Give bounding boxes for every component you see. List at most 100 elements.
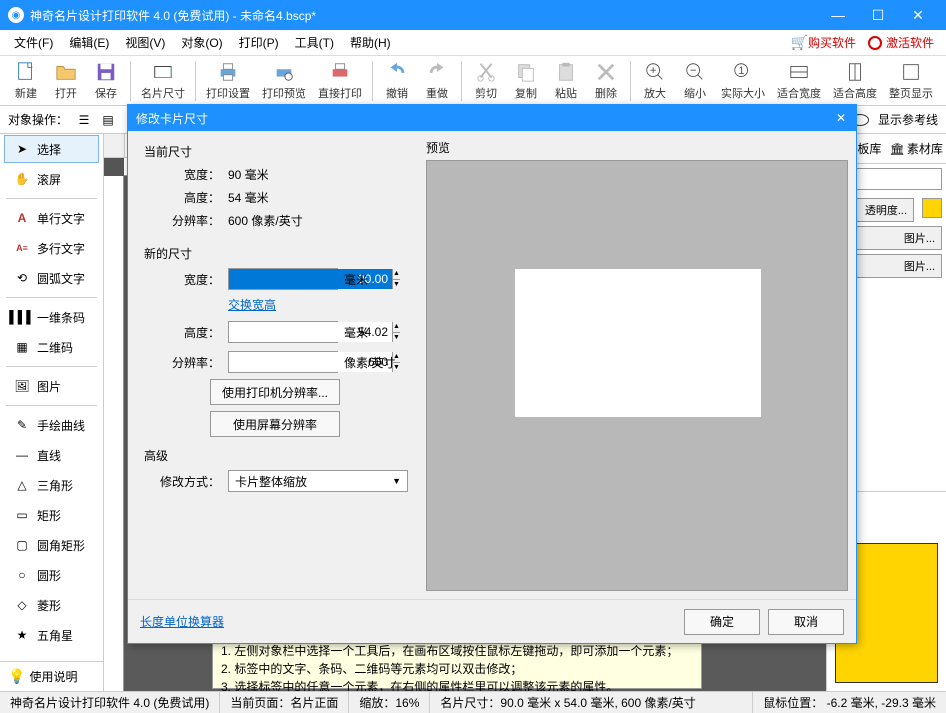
- layer-icon[interactable]: ▤: [98, 110, 118, 130]
- toolbar-copy[interactable]: 复制: [506, 59, 546, 103]
- screen-res-button[interactable]: 使用屏幕分辨率: [210, 411, 340, 437]
- dialog-title: 修改卡片尺寸: [136, 110, 208, 127]
- window-title: 神奇名片设计打印软件 4.0 (免费试用) - 未命名4.bscp*: [30, 7, 818, 24]
- width-spin-up[interactable]: ▲: [393, 269, 400, 280]
- title-bar: ◉ 神奇名片设计打印软件 4.0 (免费试用) - 未命名4.bscp* — ☐…: [0, 0, 946, 30]
- app-icon: ◉: [8, 7, 24, 23]
- status-cardsize: 名片尺寸：90.0 毫米 x 54.0 毫米, 600 像素/英寸: [430, 692, 753, 713]
- tab-material[interactable]: 🏛素材库: [887, 140, 946, 157]
- new-size-group: 新的尺寸 宽度： ▲▼ 毫米 交换宽高 高度： ▲▼ 毫米 分辨率：: [140, 245, 412, 437]
- tool-multitext[interactable]: A≡多行文字: [4, 234, 99, 262]
- menu-tool[interactable]: 工具(T): [287, 31, 342, 54]
- resize-dialog: 修改卡片尺寸 ✕ 当前尺寸 宽度：90 毫米 高度：54 毫米 分辨率：600 …: [127, 104, 857, 644]
- main-toolbar: 新建 打开 保存 名片尺寸 打印设置 打印预览 直接打印 撤销 重做 剪切 复制…: [0, 56, 946, 106]
- tool-scroll[interactable]: ✋滚屏: [4, 165, 99, 193]
- tool-freehand[interactable]: ✎手绘曲线: [4, 411, 99, 439]
- ok-button[interactable]: 确定: [684, 609, 760, 635]
- width-spin-down[interactable]: ▼: [393, 280, 400, 290]
- toolbar-cut[interactable]: 剪切: [466, 59, 506, 103]
- height-input[interactable]: ▲▼: [228, 321, 338, 343]
- hand-icon: ✋: [13, 170, 31, 188]
- advanced-group: 高级 修改方式： 卡片整体缩放▼: [140, 447, 412, 498]
- align-icon[interactable]: ☰: [74, 110, 94, 130]
- toolbar-printnow[interactable]: 直接打印: [312, 59, 368, 103]
- diamond-icon: ◇: [13, 596, 31, 614]
- res-input[interactable]: ▲▼: [228, 351, 338, 373]
- toolbar-save[interactable]: 保存: [86, 59, 126, 103]
- tool-roundrect[interactable]: ▢圆角矩形: [4, 531, 99, 559]
- new-size-legend: 新的尺寸: [140, 245, 412, 262]
- maximize-button[interactable]: ☐: [858, 0, 898, 30]
- help-button[interactable]: 💡使用说明: [0, 661, 103, 691]
- toolbar-new[interactable]: 新建: [6, 59, 46, 103]
- show-guides-toggle[interactable]: 显示参考线: [878, 111, 938, 128]
- svg-text:1: 1: [738, 64, 744, 76]
- toolbar-fitwidth[interactable]: 适合宽度: [771, 59, 827, 103]
- toolbar-zoomin[interactable]: 放大: [635, 59, 675, 103]
- toolbar-zoomout[interactable]: 缩小: [675, 59, 715, 103]
- tool-barcode[interactable]: ▌▌▌一维条码: [4, 303, 99, 331]
- toolbar-printpreview[interactable]: 打印预览: [256, 59, 312, 103]
- menu-print[interactable]: 打印(P): [231, 31, 287, 54]
- toolbar-fitheight[interactable]: 适合高度: [827, 59, 883, 103]
- arc-text-icon: ⟲: [13, 269, 31, 287]
- status-zoom: 缩放：16%: [349, 692, 430, 713]
- swap-wh-link[interactable]: 交换宽高: [228, 296, 412, 313]
- cancel-button[interactable]: 取消: [768, 609, 844, 635]
- toolbar-actualsize[interactable]: 1实际大小: [715, 59, 771, 103]
- current-size-group: 当前尺寸 宽度：90 毫米 高度：54 毫米 分辨率：600 像素/英寸: [140, 143, 412, 235]
- printer-res-button[interactable]: 使用打印机分辨率...: [210, 379, 340, 405]
- toolbar-undo[interactable]: 撤销: [377, 59, 417, 103]
- toolbar-cardsize[interactable]: 名片尺寸: [135, 59, 191, 103]
- buy-button[interactable]: 🛒购买软件: [785, 34, 862, 51]
- height-spin-up[interactable]: ▲: [393, 322, 400, 333]
- tool-diamond[interactable]: ◇菱形: [4, 591, 99, 619]
- toolbar-printset[interactable]: 打印设置: [200, 59, 256, 103]
- left-tool-panel: ➤选择 ✋滚屏 A单行文字 A≡多行文字 ⟲圆弧文字 ▌▌▌一维条码 ▦二维码 …: [0, 134, 104, 691]
- tool-line[interactable]: —直线: [4, 441, 99, 469]
- menu-file[interactable]: 文件(F): [6, 31, 61, 54]
- toolbar-delete[interactable]: 删除: [586, 59, 626, 103]
- advanced-legend: 高级: [140, 447, 412, 464]
- color-swatch[interactable]: [922, 198, 942, 218]
- circle-icon: ○: [13, 566, 31, 584]
- cur-height-label: 高度：: [160, 189, 220, 206]
- minimize-button[interactable]: —: [818, 0, 858, 30]
- height-spin-down[interactable]: ▼: [393, 333, 400, 343]
- tool-image[interactable]: 🖼图片: [4, 372, 99, 400]
- cur-width-label: 宽度：: [160, 166, 220, 183]
- toolbar-open[interactable]: 打开: [46, 59, 86, 103]
- modify-method-combo[interactable]: 卡片整体缩放▼: [228, 470, 408, 492]
- menu-edit[interactable]: 编辑(E): [61, 31, 117, 54]
- tool-singletext[interactable]: A单行文字: [4, 204, 99, 232]
- status-bar: 神奇名片设计打印软件 4.0 (免费试用) 当前页面：名片正面 缩放：16% 名…: [0, 691, 946, 713]
- subbar-label: 对象操作：: [8, 111, 68, 128]
- menu-view[interactable]: 视图(V): [117, 31, 173, 54]
- cursor-icon: ➤: [13, 140, 31, 158]
- toolbar-paste[interactable]: 粘贴: [546, 59, 586, 103]
- tool-ellipse[interactable]: ○圆形: [4, 561, 99, 589]
- text-a-icon: A: [13, 209, 31, 227]
- menu-bar: 文件(F) 编辑(E) 视图(V) 对象(O) 打印(P) 工具(T) 帮助(H…: [0, 30, 946, 56]
- height-unit: 毫米: [344, 324, 368, 341]
- menu-object[interactable]: 对象(O): [173, 31, 230, 54]
- tool-qrcode[interactable]: ▦二维码: [4, 333, 99, 361]
- tool-rect[interactable]: ▭矩形: [4, 501, 99, 529]
- toolbar-fitpage[interactable]: 整页显示: [883, 59, 939, 103]
- toolbar-redo[interactable]: 重做: [417, 59, 457, 103]
- unit-converter-link[interactable]: 长度单位换算器: [140, 613, 224, 630]
- tool-select[interactable]: ➤选择: [4, 135, 99, 163]
- tool-arctext[interactable]: ⟲圆弧文字: [4, 264, 99, 292]
- tool-triangle[interactable]: △三角形: [4, 471, 99, 499]
- dialog-close-button[interactable]: ✕: [826, 105, 856, 131]
- preview-card: [515, 269, 761, 417]
- width-input[interactable]: ▲▼: [228, 268, 338, 290]
- current-size-legend: 当前尺寸: [140, 143, 412, 160]
- modify-label: 修改方式：: [160, 473, 220, 490]
- preview-label: 预览: [426, 139, 848, 156]
- menu-help[interactable]: 帮助(H): [342, 31, 399, 54]
- tool-star[interactable]: ★五角星: [4, 621, 99, 649]
- qrcode-icon: ▦: [13, 338, 31, 356]
- close-button[interactable]: ✕: [898, 0, 938, 30]
- activate-button[interactable]: 激活软件: [862, 34, 940, 51]
